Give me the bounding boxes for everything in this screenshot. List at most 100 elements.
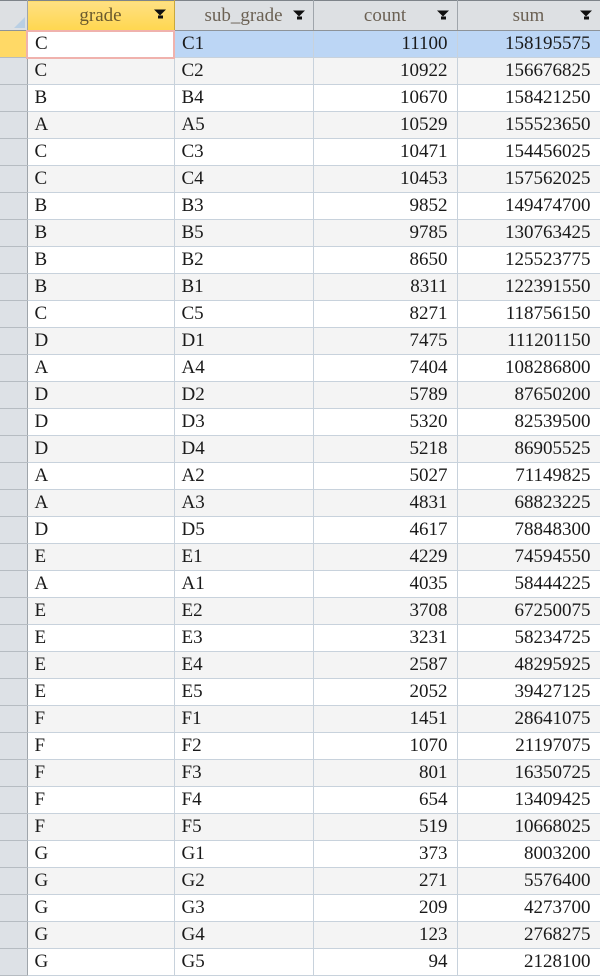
- row-header-cell[interactable]: [0, 516, 28, 544]
- cell-grade[interactable]: G: [27, 894, 175, 922]
- cell-count[interactable]: 4035: [313, 570, 458, 598]
- cell-count[interactable]: 94: [313, 948, 458, 976]
- cell-sub_grade[interactable]: G1: [174, 840, 314, 868]
- cell-sub_grade[interactable]: F2: [174, 732, 314, 760]
- row-header-cell[interactable]: [0, 705, 28, 733]
- cell-grade[interactable]: D: [27, 435, 175, 463]
- cell-grade[interactable]: B: [27, 84, 175, 112]
- cell-count[interactable]: 7475: [313, 327, 458, 355]
- cell-sum[interactable]: 130763425: [457, 219, 600, 247]
- cell-count[interactable]: 209: [313, 894, 458, 922]
- row-header-cell[interactable]: [0, 597, 28, 625]
- row-header-cell[interactable]: [0, 840, 28, 868]
- row-header-cell[interactable]: [0, 570, 28, 598]
- cell-sum[interactable]: 5576400: [457, 867, 600, 895]
- cell-count[interactable]: 9785: [313, 219, 458, 247]
- filter-dropdown-icon-sum[interactable]: [580, 10, 593, 21]
- cell-count[interactable]: 1070: [313, 732, 458, 760]
- table-row[interactable]: G G1 373 8003200: [0, 840, 600, 868]
- cell-grade[interactable]: G: [27, 867, 175, 895]
- cell-sum[interactable]: 154456025: [457, 138, 600, 166]
- cell-grade[interactable]: B: [27, 246, 175, 274]
- cell-grade[interactable]: C: [27, 165, 175, 193]
- table-row[interactable]: F F3 801 16350725: [0, 759, 600, 787]
- table-row[interactable]: E E2 3708 67250075: [0, 597, 600, 625]
- table-row[interactable]: G G4 123 2768275: [0, 921, 600, 949]
- cell-sub_grade[interactable]: D5: [174, 516, 314, 544]
- table-row[interactable]: E E3 3231 58234725: [0, 624, 600, 652]
- cell-sub_grade[interactable]: C1: [174, 30, 314, 58]
- table-row[interactable]: C C3 10471 154456025: [0, 138, 600, 166]
- cell-count[interactable]: 271: [313, 867, 458, 895]
- cell-sum[interactable]: 58234725: [457, 624, 600, 652]
- cell-count[interactable]: 3708: [313, 597, 458, 625]
- row-header-cell[interactable]: [0, 57, 28, 85]
- cell-sub_grade[interactable]: C3: [174, 138, 314, 166]
- table-row[interactable]: B B5 9785 130763425: [0, 219, 600, 247]
- cell-count[interactable]: 10471: [313, 138, 458, 166]
- cell-grade[interactable]: F: [27, 732, 175, 760]
- cell-sub_grade[interactable]: B3: [174, 192, 314, 220]
- table-row[interactable]: D D3 5320 82539500: [0, 408, 600, 436]
- table-row[interactable]: F F4 654 13409425: [0, 786, 600, 814]
- cell-count[interactable]: 4617: [313, 516, 458, 544]
- cell-sub_grade[interactable]: D3: [174, 408, 314, 436]
- table-row[interactable]: F F5 519 10668025: [0, 813, 600, 841]
- cell-sub_grade[interactable]: A4: [174, 354, 314, 382]
- row-header-cell[interactable]: [0, 165, 28, 193]
- row-header-cell[interactable]: [0, 327, 28, 355]
- cell-count[interactable]: 654: [313, 786, 458, 814]
- cell-grade[interactable]: E: [27, 624, 175, 652]
- cell-sub_grade[interactable]: B5: [174, 219, 314, 247]
- cell-sub_grade[interactable]: F5: [174, 813, 314, 841]
- cell-count[interactable]: 801: [313, 759, 458, 787]
- row-header-cell[interactable]: [0, 219, 28, 247]
- cell-sub_grade[interactable]: B2: [174, 246, 314, 274]
- cell-sub_grade[interactable]: D1: [174, 327, 314, 355]
- cell-sum[interactable]: 28641075: [457, 705, 600, 733]
- cell-sub_grade[interactable]: F4: [174, 786, 314, 814]
- row-header-cell[interactable]: [0, 624, 28, 652]
- cell-sum[interactable]: 67250075: [457, 597, 600, 625]
- cell-sum[interactable]: 82539500: [457, 408, 600, 436]
- cell-grade[interactable]: E: [27, 597, 175, 625]
- cell-sum[interactable]: 68823225: [457, 489, 600, 517]
- cell-sub_grade[interactable]: G5: [174, 948, 314, 976]
- cell-count[interactable]: 123: [313, 921, 458, 949]
- cell-sum[interactable]: 71149825: [457, 462, 600, 490]
- table-row[interactable]: B B3 9852 149474700: [0, 192, 600, 220]
- row-header-cell[interactable]: [0, 732, 28, 760]
- cell-grade[interactable]: D: [27, 381, 175, 409]
- table-row[interactable]: F F2 1070 21197075: [0, 732, 600, 760]
- cell-grade[interactable]: D: [27, 408, 175, 436]
- table-row[interactable]: A A5 10529 155523650: [0, 111, 600, 139]
- table-row[interactable]: G G5 94 2128100: [0, 948, 600, 976]
- cell-sum[interactable]: 2128100: [457, 948, 600, 976]
- cell-sum[interactable]: 111201150: [457, 327, 600, 355]
- cell-sub_grade[interactable]: D2: [174, 381, 314, 409]
- cell-sum[interactable]: 8003200: [457, 840, 600, 868]
- row-header-cell[interactable]: [0, 273, 28, 301]
- cell-sub_grade[interactable]: A2: [174, 462, 314, 490]
- cell-count[interactable]: 4229: [313, 543, 458, 571]
- row-header-cell[interactable]: [0, 678, 28, 706]
- cell-count[interactable]: 5320: [313, 408, 458, 436]
- cell-grade[interactable]: F: [27, 786, 175, 814]
- cell-grade[interactable]: C: [26, 29, 175, 59]
- cell-sum[interactable]: 78848300: [457, 516, 600, 544]
- cell-count[interactable]: 10922: [313, 57, 458, 85]
- cell-sum[interactable]: 58444225: [457, 570, 600, 598]
- cell-count[interactable]: 1451: [313, 705, 458, 733]
- table-row[interactable]: D D2 5789 87650200: [0, 381, 600, 409]
- cell-count[interactable]: 5789: [313, 381, 458, 409]
- cell-count[interactable]: 3231: [313, 624, 458, 652]
- cell-count[interactable]: 373: [313, 840, 458, 868]
- cell-grade[interactable]: B: [27, 219, 175, 247]
- table-row[interactable]: B B2 8650 125523775: [0, 246, 600, 274]
- cell-sum[interactable]: 156676825: [457, 57, 600, 85]
- row-header-cell[interactable]: [0, 354, 28, 382]
- row-header-cell[interactable]: [0, 813, 28, 841]
- cell-sub_grade[interactable]: B4: [174, 84, 314, 112]
- filter-dropdown-icon-sub-grade[interactable]: [293, 10, 306, 21]
- filter-dropdown-icon-grade[interactable]: [154, 9, 167, 21]
